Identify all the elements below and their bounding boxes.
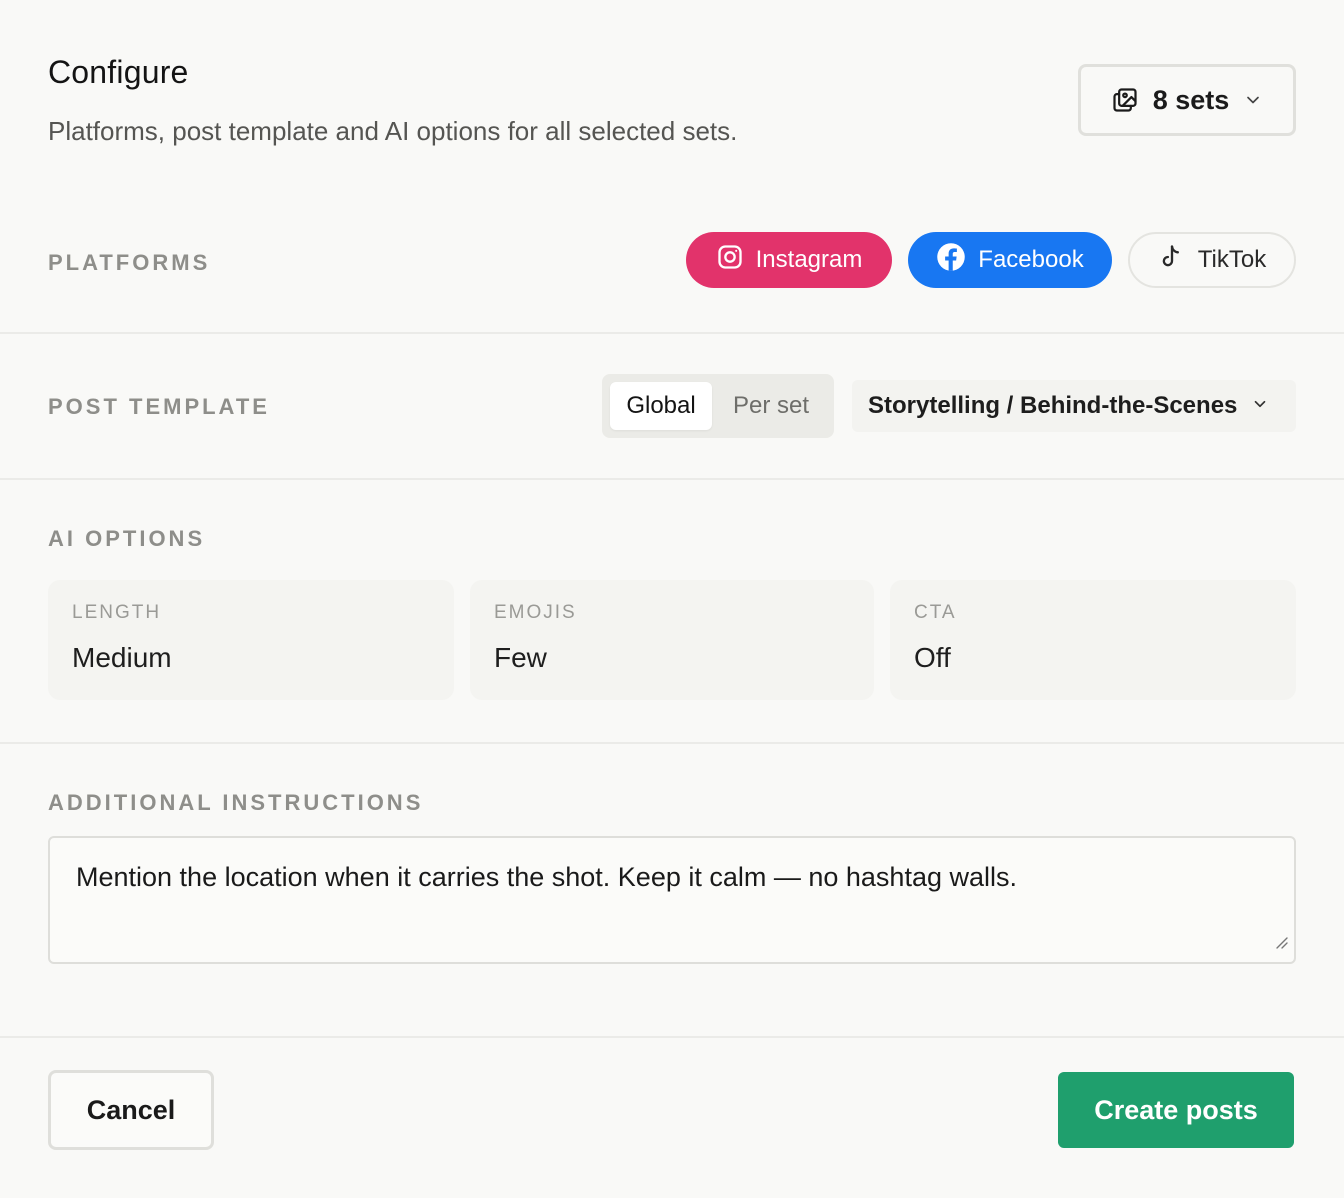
divider [0,478,1344,480]
template-scope-toggle: Global Per set [602,374,834,438]
instructions-textarea[interactable]: Mention the location when it carries the… [48,836,1296,964]
platforms-label: PLATFORMS [48,250,211,275]
ai-option-value: Medium [72,642,172,673]
platform-label: Instagram [755,246,863,273]
platform-chip-facebook[interactable]: Facebook [908,232,1112,288]
divider [0,742,1344,744]
image-stack-icon [1111,86,1139,114]
chevron-down-icon [1243,90,1263,110]
sets-dropdown-button[interactable]: 8 sets [1078,64,1296,136]
sets-count-label: 8 sets [1152,84,1230,115]
platform-label: Facebook [978,246,1084,273]
ai-option-label: EMOJIS [494,602,577,623]
divider [0,332,1344,334]
ai-options-label: AI OPTIONS [48,526,206,551]
chevron-down-icon [1251,392,1269,420]
platform-chip-instagram[interactable]: Instagram [686,232,892,288]
scope-option-per-set[interactable]: Per set [716,382,826,430]
ai-option-label: CTA [914,602,957,623]
cancel-button[interactable]: Cancel [48,1070,214,1150]
ai-option-label: LENGTH [72,602,162,623]
platform-chip-tiktok[interactable]: TikTok [1128,232,1296,288]
ai-option-value: Off [914,642,951,673]
instructions-text: Mention the location when it carries the… [76,862,1017,892]
ai-option-length[interactable]: LENGTH Medium [48,580,454,700]
ai-option-cta[interactable]: CTA Off [890,580,1296,700]
template-selected-value: Storytelling / Behind-the-Scenes [868,392,1238,419]
page-title: Configure [48,54,189,90]
resize-handle-icon[interactable] [1272,925,1288,956]
ai-option-value: Few [494,642,547,673]
tiktok-icon [1158,243,1186,278]
facebook-icon [936,242,966,279]
scope-option-global[interactable]: Global [610,382,712,430]
post-template-label: POST TEMPLATE [48,394,270,419]
platform-label: TikTok [1197,246,1267,273]
additional-instructions-label: ADDITIONAL INSTRUCTIONS [48,790,424,815]
create-posts-button[interactable]: Create posts [1058,1072,1294,1148]
page-subtitle: Platforms, post template and AI options … [48,116,738,146]
template-select[interactable]: Storytelling / Behind-the-Scenes [852,380,1296,432]
divider [0,1036,1344,1038]
instagram-icon [716,243,744,278]
ai-option-emojis[interactable]: EMOJIS Few [470,580,874,700]
